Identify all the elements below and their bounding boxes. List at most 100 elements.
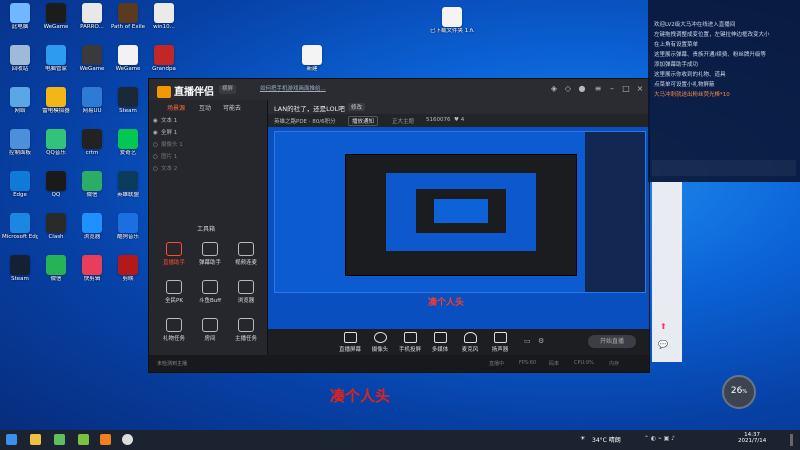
desktop-file-icon-2[interactable]: 新建 bbox=[294, 44, 330, 82]
app-icon bbox=[82, 213, 102, 233]
eye-icon[interactable]: ◉ bbox=[153, 116, 161, 126]
toolbox-item[interactable]: 房间 bbox=[195, 316, 225, 346]
desktop-icon[interactable]: QQ音乐 bbox=[38, 128, 74, 166]
shop-icon[interactable]: ◈ bbox=[549, 84, 559, 94]
toolbox-item[interactable]: 视频连麦 bbox=[231, 240, 261, 270]
app-icon[interactable] bbox=[54, 434, 65, 445]
desktop-icon[interactable]: win10... bbox=[146, 2, 182, 40]
performance-gauge[interactable]: 26% bbox=[722, 375, 756, 409]
desktop-icon[interactable]: 剪映 bbox=[110, 254, 146, 292]
streaming-app-icon[interactable] bbox=[100, 434, 111, 445]
eye-icon[interactable]: ○ bbox=[153, 152, 161, 162]
toolbox-item[interactable]: 主播任务 bbox=[231, 316, 261, 346]
show-desktop-button[interactable] bbox=[790, 434, 793, 446]
desktop-icon-label: crtm bbox=[85, 150, 99, 156]
media-player-icon[interactable] bbox=[122, 434, 133, 445]
tool-icon bbox=[166, 318, 182, 332]
menu-icon[interactable]: ≡ bbox=[593, 84, 603, 94]
speaker-button[interactable]: 扬声器 bbox=[486, 332, 514, 353]
desktop-icon-label: QQ bbox=[51, 192, 61, 198]
microphone-button[interactable]: 麦克风 bbox=[456, 332, 484, 353]
desktop-icon[interactable]: Grandpa bbox=[146, 44, 182, 82]
desktop-icon[interactable]: Path of Exile bbox=[110, 2, 146, 40]
maximize-icon[interactable]: □ bbox=[621, 84, 631, 94]
stream-preview[interactable]: 凑个人头 bbox=[268, 127, 649, 329]
desktop-icon[interactable]: PARRO... bbox=[74, 2, 110, 40]
desktop-file-icon[interactable]: 已下载文件夹 1.fuckout bbox=[430, 6, 474, 44]
start-live-button[interactable]: 开始直播 bbox=[588, 335, 636, 348]
scene-row[interactable]: ○ 文本 2 bbox=[153, 164, 263, 174]
toolbox-item[interactable]: 斗鱼Buff bbox=[195, 278, 225, 308]
game-icon[interactable] bbox=[78, 434, 89, 445]
desktop-icon[interactable]: 浏览器 bbox=[74, 212, 110, 250]
record-icon[interactable]: ▭ bbox=[524, 337, 531, 345]
notice-link[interactable]: 如何把手机游戏画面推给... bbox=[257, 85, 329, 94]
desktop-icon[interactable]: 爱奇艺 bbox=[110, 128, 146, 166]
gift-icon[interactable]: ◇ bbox=[563, 84, 573, 94]
arrow-up-icon[interactable]: ⬆ bbox=[660, 322, 667, 331]
desktop-icon[interactable]: 控制面板 bbox=[2, 128, 38, 166]
category-label[interactable]: 英雄之路PDE · 80/6积分 bbox=[274, 117, 336, 125]
eye-icon[interactable]: ○ bbox=[153, 140, 161, 150]
start-icon[interactable] bbox=[6, 434, 17, 445]
tool-icon bbox=[202, 318, 218, 332]
desktop-icon[interactable]: QQ bbox=[38, 170, 74, 208]
desktop-icon[interactable]: Edge bbox=[2, 170, 38, 208]
desktop-icon[interactable]: 微信 bbox=[38, 254, 74, 292]
desktop-icon[interactable]: 电脑管家 bbox=[38, 44, 74, 82]
camera-button[interactable]: 摄像头 bbox=[366, 332, 394, 353]
toolbox-item[interactable]: 礼物任务 bbox=[159, 316, 189, 346]
toolbox-item[interactable]: 弹幕助手 bbox=[195, 240, 225, 270]
desktop-icon[interactable]: 网易UU bbox=[74, 86, 110, 124]
desktop-icon[interactable]: 网络 bbox=[2, 86, 38, 124]
button-label: 扬声器 bbox=[491, 347, 509, 353]
desktop-icon[interactable]: Steam bbox=[110, 86, 146, 124]
chat-icon[interactable]: 💬 bbox=[658, 340, 668, 349]
desktop-icon[interactable]: 快剪辑 bbox=[74, 254, 110, 292]
file-explorer-icon[interactable] bbox=[30, 434, 41, 445]
avatar[interactable]: ● bbox=[577, 84, 587, 94]
live-title[interactable]: LAN的社了，还是LOL吧 bbox=[274, 103, 345, 113]
tool-icon bbox=[238, 242, 254, 256]
scene-row[interactable]: ◉ 全屏 1 bbox=[153, 128, 263, 138]
desktop-icon[interactable]: WeGame bbox=[38, 2, 74, 40]
scene-row[interactable]: ◉ 文本 1 bbox=[153, 116, 263, 126]
desktop-file-label-2: 新建 bbox=[306, 66, 318, 72]
mode-chip[interactable]: 横屏 bbox=[219, 85, 237, 94]
close-icon[interactable]: × bbox=[635, 84, 645, 94]
tool-icon bbox=[202, 280, 218, 294]
notify-button[interactable]: 播放通知 bbox=[348, 116, 379, 126]
desktop-icon[interactable]: 回收站 bbox=[2, 44, 38, 82]
scene-row[interactable]: ○ 摄像头 1 bbox=[153, 140, 263, 150]
desktop-icon[interactable]: 微信 bbox=[74, 170, 110, 208]
multimedia-button[interactable]: 多媒体 bbox=[426, 332, 454, 353]
phone-cast-button[interactable]: 手机投屏 bbox=[396, 332, 424, 353]
weather-text[interactable]: 34°C 晴朗 bbox=[592, 435, 621, 444]
desktop-icon[interactable]: WeGame bbox=[74, 44, 110, 82]
desktop-icon[interactable]: 英雄联盟 bbox=[110, 170, 146, 208]
tray-icons[interactable]: ⌃ ◐ ⌁ ▣ ♪ bbox=[644, 435, 675, 442]
toolbox-item[interactable]: 直播助手 bbox=[159, 240, 189, 270]
app-icon bbox=[46, 3, 66, 23]
desktop-icon[interactable]: crtm bbox=[74, 128, 110, 166]
edit-title-button[interactable]: 修改 bbox=[348, 103, 366, 111]
desktop-icon[interactable]: Steam bbox=[2, 254, 38, 292]
desktop-icon[interactable]: WeGame bbox=[110, 44, 146, 82]
desktop-icon[interactable]: Microsoft Edge bbox=[2, 212, 38, 250]
clock[interactable]: 14:37 2021/7/14 bbox=[738, 432, 766, 444]
minimize-icon[interactable]: – bbox=[607, 84, 617, 94]
scene-row[interactable]: ○ 图片 1 bbox=[153, 152, 263, 162]
tab-interact[interactable]: 互动 bbox=[199, 103, 211, 112]
toolbox-item[interactable]: 浏览器 bbox=[231, 278, 261, 308]
tab-other[interactable]: 可能去 bbox=[223, 103, 241, 112]
eye-icon[interactable]: ◉ bbox=[153, 128, 161, 138]
tab-scene-sources[interactable]: 场景源 bbox=[167, 103, 185, 112]
eye-icon[interactable]: ○ bbox=[153, 164, 161, 174]
screen-capture-button[interactable]: 直播屏幕 bbox=[336, 332, 364, 353]
desktop-icon[interactable]: 酷狗音乐 bbox=[110, 212, 146, 250]
desktop-icon[interactable]: 此电脑 bbox=[2, 2, 38, 40]
desktop-icon[interactable]: Clash bbox=[38, 212, 74, 250]
desktop-icon[interactable]: 雷电模拟器 bbox=[38, 86, 74, 124]
settings-icon[interactable]: ⚙ bbox=[538, 337, 544, 345]
toolbox-item[interactable]: 全民PK bbox=[159, 278, 189, 308]
